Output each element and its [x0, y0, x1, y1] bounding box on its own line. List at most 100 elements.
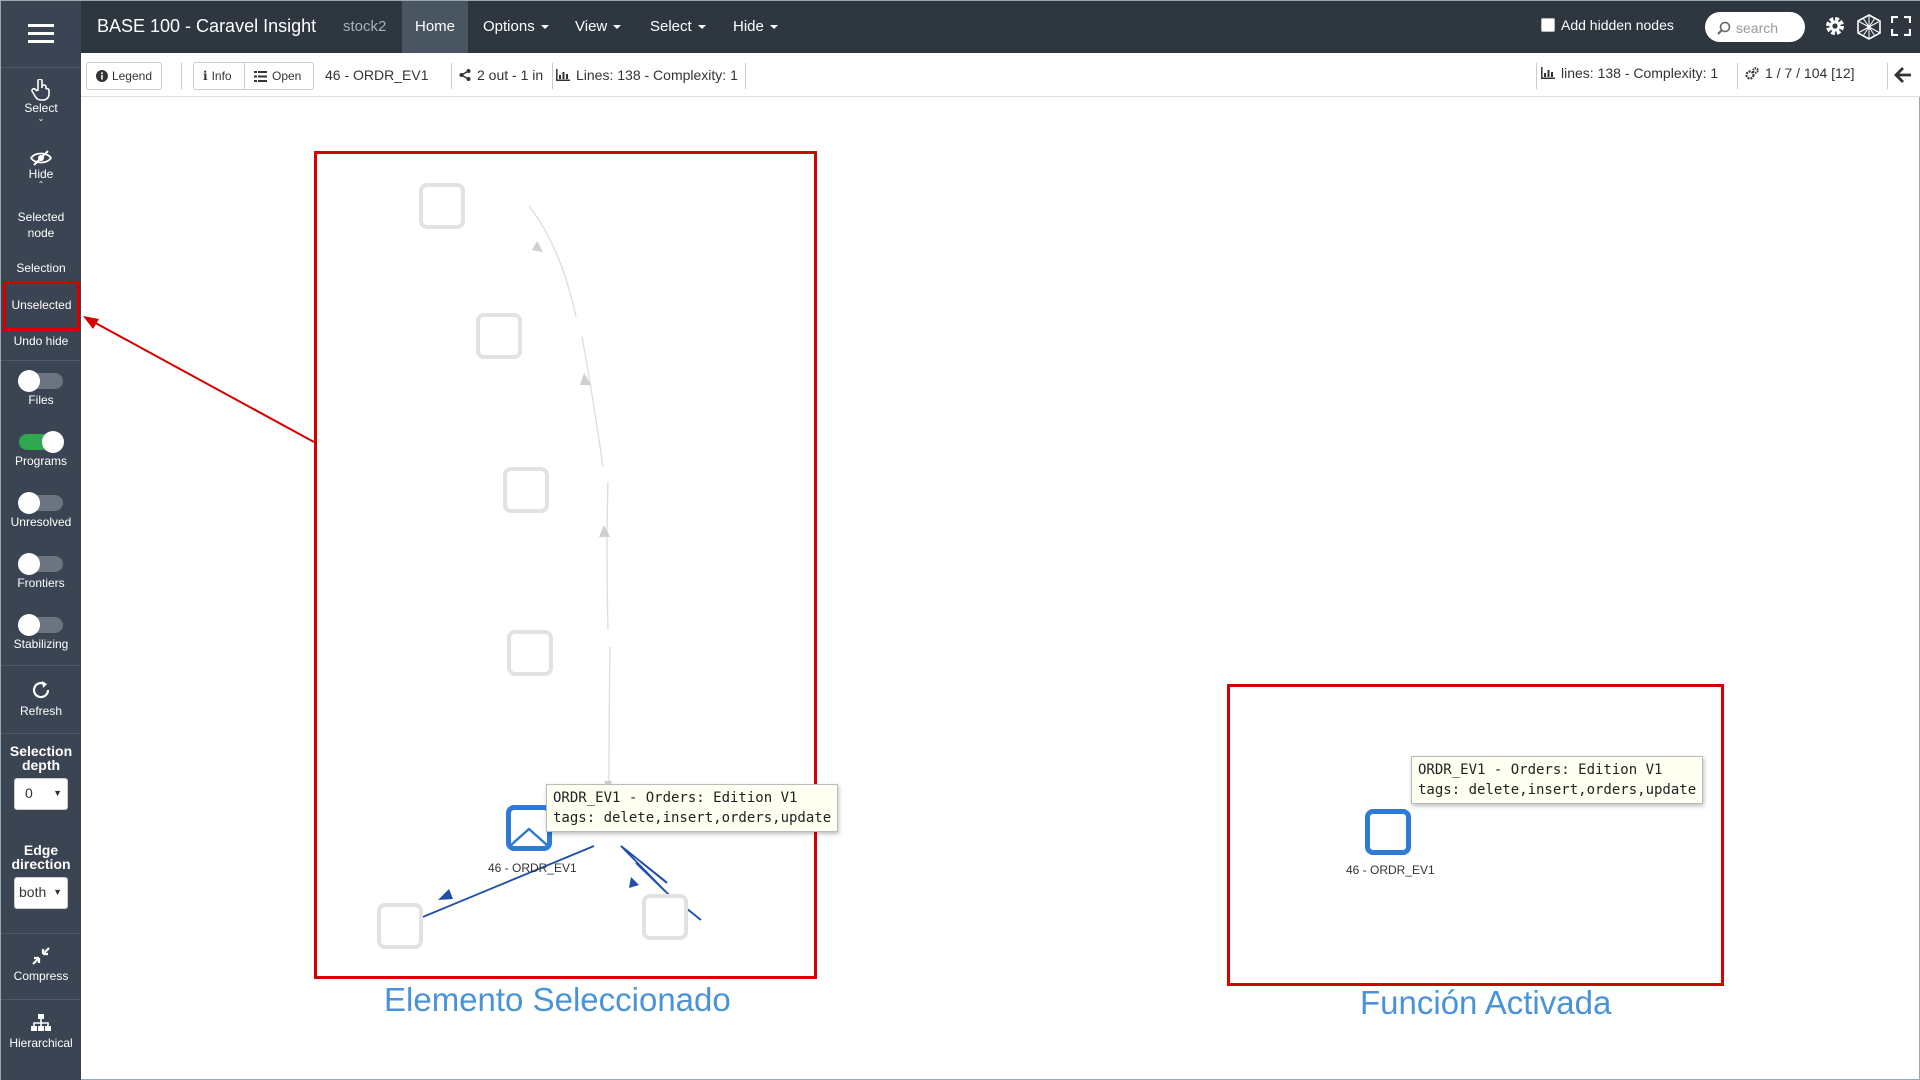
files-toggle[interactable]: Files	[1, 370, 81, 407]
database-name[interactable]: stock2	[329, 1, 400, 53]
hide-unselected-item[interactable]: Unselected	[3, 281, 80, 331]
tooltip-tags: tags: delete,insert,orders,update	[553, 810, 832, 826]
selected-node-label: Selected node	[17, 210, 65, 240]
search-placeholder: search	[1736, 19, 1779, 36]
divider	[1, 999, 81, 1000]
add-hidden-nodes-label: Add hidden nodes	[1561, 17, 1674, 33]
graph-node[interactable]	[503, 467, 549, 513]
selection-label: Selection	[16, 261, 66, 275]
stabilizing-toggle[interactable]: Stabilizing	[1, 614, 81, 651]
selection-depth-value: 0	[25, 785, 33, 801]
nav-options-label: Options	[483, 18, 535, 35]
right-lines-complexity-text: lines: 138 - Complexity: 1	[1561, 65, 1719, 81]
fullscreen-icon[interactable]	[1891, 16, 1911, 36]
left-sidebar: Select ⌄ Hide ⌃ Selected node Selection …	[1, 1, 81, 1080]
node-tooltip: ORDR_EV1 - Orders: Edition V1 tags: dele…	[546, 784, 839, 832]
graph-node[interactable]	[377, 903, 423, 949]
edge-count: 2 out - 1 in	[459, 67, 543, 83]
nav-options-menu[interactable]: Options	[469, 1, 563, 53]
programs-toggle[interactable]: Programs	[1, 431, 81, 468]
hierarchical-label: Hierarchical	[9, 1036, 73, 1050]
nav-home[interactable]: Home	[402, 1, 468, 53]
undo-hide-item[interactable]: Undo hide	[1, 332, 81, 351]
divider	[1737, 63, 1738, 89]
graph-counts-text: 1 / 7 / 104 [12]	[1765, 65, 1855, 81]
toggle-switch[interactable]	[19, 431, 64, 453]
refresh-icon	[32, 681, 50, 699]
open-button[interactable]: Open	[244, 62, 314, 90]
graph-node[interactable]	[476, 313, 522, 359]
divider	[1, 665, 81, 666]
activated-graph-node[interactable]	[1365, 809, 1411, 855]
compress-button[interactable]: Compress	[1, 946, 81, 983]
select-button[interactable]: Select ⌄	[1, 79, 81, 123]
toggle-switch[interactable]	[18, 553, 63, 575]
caret-down-icon: ▼	[53, 887, 62, 897]
edge-direction-select[interactable]: both ▼	[14, 877, 68, 909]
network-icon[interactable]	[1856, 14, 1882, 40]
unselected-label: Unselected	[11, 298, 72, 312]
graph-node[interactable]	[642, 894, 688, 940]
nav-hide-menu[interactable]: Hide	[719, 1, 792, 53]
selection-depth-select[interactable]: 0 ▼	[14, 778, 68, 810]
divider	[1887, 63, 1888, 89]
activated-node-tooltip: ORDR_EV1 - Orders: Edition V1 tags: dele…	[1411, 756, 1704, 804]
info-circle-icon	[96, 70, 108, 82]
nav-hide-label: Hide	[733, 18, 764, 35]
graph-counts: 1 / 7 / 104 [12]	[1745, 65, 1855, 81]
nav-select-menu[interactable]: Select	[636, 1, 720, 53]
compress-icon	[32, 947, 50, 965]
files-label: Files	[28, 393, 54, 407]
caret-down-icon: ▼	[53, 788, 62, 798]
info-label: Info	[211, 69, 232, 83]
edge-direction-label: Edge direction	[11, 842, 71, 872]
cogs-icon	[1745, 66, 1759, 80]
toggle-switch[interactable]	[18, 492, 63, 514]
lines-complexity: Lines: 138 - Complexity: 1	[556, 67, 738, 83]
info-icon: i	[203, 69, 208, 83]
search-input[interactable]: search	[1705, 12, 1805, 42]
annotation-arrowhead	[83, 316, 99, 329]
toggle-switch[interactable]	[18, 614, 63, 636]
edge-count-text: 2 out - 1 in	[477, 67, 544, 83]
select-label: Select	[24, 101, 58, 115]
hide-button[interactable]: Hide ⌃	[1, 149, 81, 189]
hierarchical-button[interactable]: Hierarchical	[1, 1013, 81, 1050]
caret-down-icon	[769, 25, 778, 30]
legend-button[interactable]: Legend	[86, 62, 162, 90]
nav-view-label: View	[575, 18, 608, 35]
divider	[1, 67, 81, 68]
chevron-up-icon: ⌃	[37, 180, 45, 189]
graph-toolbar: Legend i Info Open 46 - ORDR_EV1 2 out -…	[81, 53, 1920, 97]
unresolved-label: Unresolved	[10, 515, 72, 529]
arrow-left-icon[interactable]	[1894, 66, 1912, 84]
graph-canvas[interactable]: 46 - ORDR_EV1 ORDR_EV1 - Orders: Edition…	[81, 97, 1920, 1080]
selected-element-highlight	[314, 151, 817, 979]
graph-node[interactable]	[507, 630, 553, 676]
stabilizing-label: Stabilizing	[13, 637, 69, 651]
app-title: BASE 100 - Caravel Insight	[97, 16, 317, 36]
info-button[interactable]: i Info	[193, 62, 245, 90]
nav-view-menu[interactable]: View	[561, 1, 635, 53]
frontiers-toggle[interactable]: Frontiers	[1, 553, 81, 590]
hide-selected-node-item[interactable]: Selected node	[1, 209, 81, 241]
eye-slash-icon	[30, 150, 52, 166]
add-hidden-nodes-checkbox[interactable]	[1541, 18, 1555, 32]
toggle-switch[interactable]	[18, 370, 63, 392]
hide-selection-item[interactable]: Selection	[1, 259, 81, 278]
unresolved-toggle[interactable]: Unresolved	[1, 492, 81, 529]
lines-complexity-text: Lines: 138 - Complexity: 1	[576, 67, 738, 83]
caption-activated-function: Función Activada	[1360, 984, 1612, 1021]
selection-depth-label: Selection depth	[9, 743, 73, 773]
gear-icon[interactable]	[1823, 14, 1847, 38]
refresh-button[interactable]: Refresh	[1, 679, 81, 718]
legend-label: Legend	[111, 69, 152, 83]
annotation-arrow-line	[89, 319, 315, 443]
add-hidden-nodes-toggle[interactable]: Add hidden nodes	[1541, 17, 1674, 33]
top-navbar: BASE 100 - Caravel Insight stock2 Home O…	[81, 1, 1920, 53]
activated-node-label: 46 - ORDR_EV1	[1346, 863, 1435, 877]
app-window: Select ⌄ Hide ⌃ Selected node Selection …	[0, 0, 1920, 1080]
menu-icon[interactable]	[1, 1, 81, 66]
right-lines-complexity: lines: 138 - Complexity: 1	[1541, 65, 1718, 81]
graph-node[interactable]	[419, 183, 465, 229]
